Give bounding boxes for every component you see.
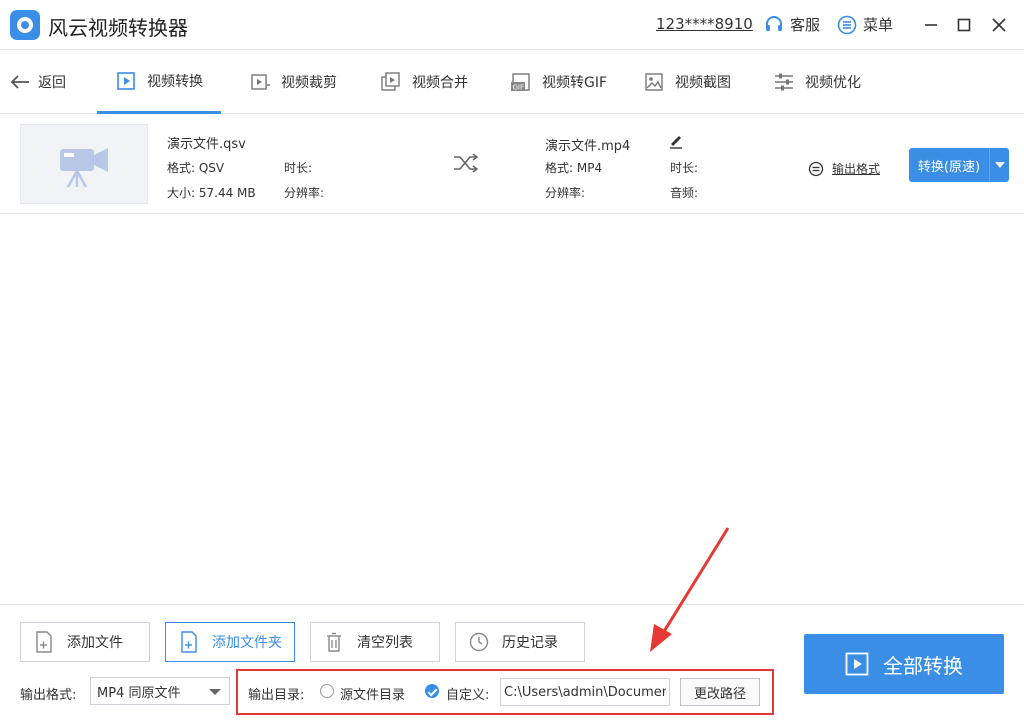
source-file-name: 演示文件.qsv (167, 137, 246, 152)
video-camera-icon (60, 148, 108, 188)
change-path-button[interactable]: 更改路径 (680, 678, 760, 706)
image-icon (645, 73, 663, 91)
convert-options-button[interactable] (989, 148, 1009, 182)
maximize-button[interactable] (953, 14, 975, 36)
user-account-link[interactable]: 123****8910 (656, 15, 753, 33)
minimize-button[interactable] (920, 14, 942, 36)
clock-icon (456, 632, 502, 652)
tab-video-crop[interactable]: 视频裁剪 (249, 50, 337, 114)
video-thumbnail (20, 124, 148, 204)
source-directory-label: 源文件目录 (340, 688, 406, 703)
tab-label: 视频转换 (147, 73, 203, 90)
add-file-label: 添加文件 (67, 635, 123, 651)
tab-video-gif[interactable]: GIF 视频转GIF (510, 50, 607, 114)
custom-directory-radio[interactable] (425, 684, 439, 698)
dropdown-caret-icon (209, 689, 221, 695)
video-play-icon (117, 71, 135, 90)
arrow-left-icon (10, 75, 29, 89)
video-crop-icon (251, 74, 270, 90)
output-format-value: MP4 同原文件 (97, 685, 181, 701)
app-logo-icon (10, 10, 40, 40)
trash-icon (311, 632, 357, 652)
format-switch-icon (808, 161, 824, 176)
target-audio: 音频: (670, 186, 699, 200)
history-button[interactable]: 历史记录 (455, 622, 585, 662)
tab-label: 视频裁剪 (281, 75, 337, 91)
source-directory-radio[interactable] (320, 684, 334, 698)
target-format: 格式: MP4 (545, 161, 603, 175)
nav-bar: 返回 视频转换 视频裁剪 视频合并 GIF 视频转GIF 视频截图 视频优化 (0, 50, 1024, 114)
edit-pencil-icon[interactable] (668, 133, 684, 149)
add-folder-button[interactable]: 添加文件夹 (165, 622, 295, 662)
customer-service-label: 客服 (790, 16, 821, 34)
tab-label: 视频合并 (412, 75, 468, 91)
history-label: 历史记录 (502, 635, 558, 651)
file-add-icon (21, 631, 67, 653)
tab-video-screenshot[interactable]: 视频截图 (643, 50, 731, 114)
output-format-label: 输出格式 (832, 162, 881, 176)
menu-label: 菜单 (863, 16, 894, 34)
app-title: 风云视频转换器 (48, 16, 188, 40)
close-icon (992, 18, 1006, 32)
target-resolution: 分辨率: (545, 186, 586, 200)
video-merge-icon (381, 72, 400, 91)
convert-all-label: 全部转换 (883, 653, 963, 678)
maximize-icon (957, 18, 971, 32)
tab-video-optimize[interactable]: 视频优化 (773, 50, 861, 114)
convert-button[interactable]: 转换(原速) (909, 148, 989, 182)
svg-text:GIF: GIF (513, 84, 525, 92)
source-size: 大小: 57.44 MB (167, 186, 256, 200)
source-duration: 时长: (284, 161, 313, 175)
add-file-button[interactable]: 添加文件 (20, 622, 150, 662)
custom-directory-label: 自定义: (446, 688, 490, 703)
clear-list-button[interactable]: 清空列表 (310, 622, 440, 662)
source-format: 格式: QSV (167, 161, 225, 175)
tab-video-convert[interactable]: 视频转换 (97, 50, 221, 114)
source-resolution: 分辨率: (284, 186, 325, 200)
headset-icon (766, 15, 782, 31)
convert-split-button: 转换(原速) (909, 148, 1009, 182)
output-format-select[interactable]: MP4 同原文件 (90, 677, 230, 705)
play-box-icon (845, 652, 869, 676)
back-label: 返回 (38, 75, 66, 91)
target-duration: 时长: (670, 161, 699, 175)
folder-add-icon (166, 631, 212, 653)
shuffle-arrows-icon (454, 153, 479, 173)
file-list-item[interactable]: 演示文件.qsv 格式: QSV 时长: 大小: 57.44 MB 分辨率: 演… (0, 114, 1024, 214)
sliders-icon (775, 73, 793, 91)
tab-label: 视频转GIF (542, 75, 608, 91)
output-format-label: 输出格式: (20, 688, 77, 703)
convert-all-button[interactable]: 全部转换 (804, 634, 1004, 694)
target-file-name: 演示文件.mp4 (545, 139, 631, 154)
menu-list-icon (837, 15, 857, 34)
clear-list-label: 清空列表 (357, 635, 413, 651)
tab-video-merge[interactable]: 视频合并 (380, 50, 468, 114)
output-format-link[interactable]: 输出格式 (808, 160, 880, 177)
add-folder-label: 添加文件夹 (212, 635, 282, 651)
tab-label: 视频优化 (805, 75, 861, 91)
menu-button[interactable]: 菜单 (837, 14, 893, 35)
caret-down-icon (994, 162, 1005, 168)
gif-icon: GIF (511, 73, 530, 92)
output-path-input[interactable] (500, 678, 670, 706)
back-button[interactable]: 返回 (10, 72, 66, 92)
output-directory-label: 输出目录: (248, 688, 305, 703)
customer-service-button[interactable]: 客服 (764, 14, 820, 35)
close-button[interactable] (988, 14, 1010, 36)
tab-label: 视频截图 (675, 75, 731, 91)
minimize-icon (925, 24, 937, 26)
title-bar: 风云视频转换器 123****8910 客服 菜单 (0, 0, 1024, 50)
